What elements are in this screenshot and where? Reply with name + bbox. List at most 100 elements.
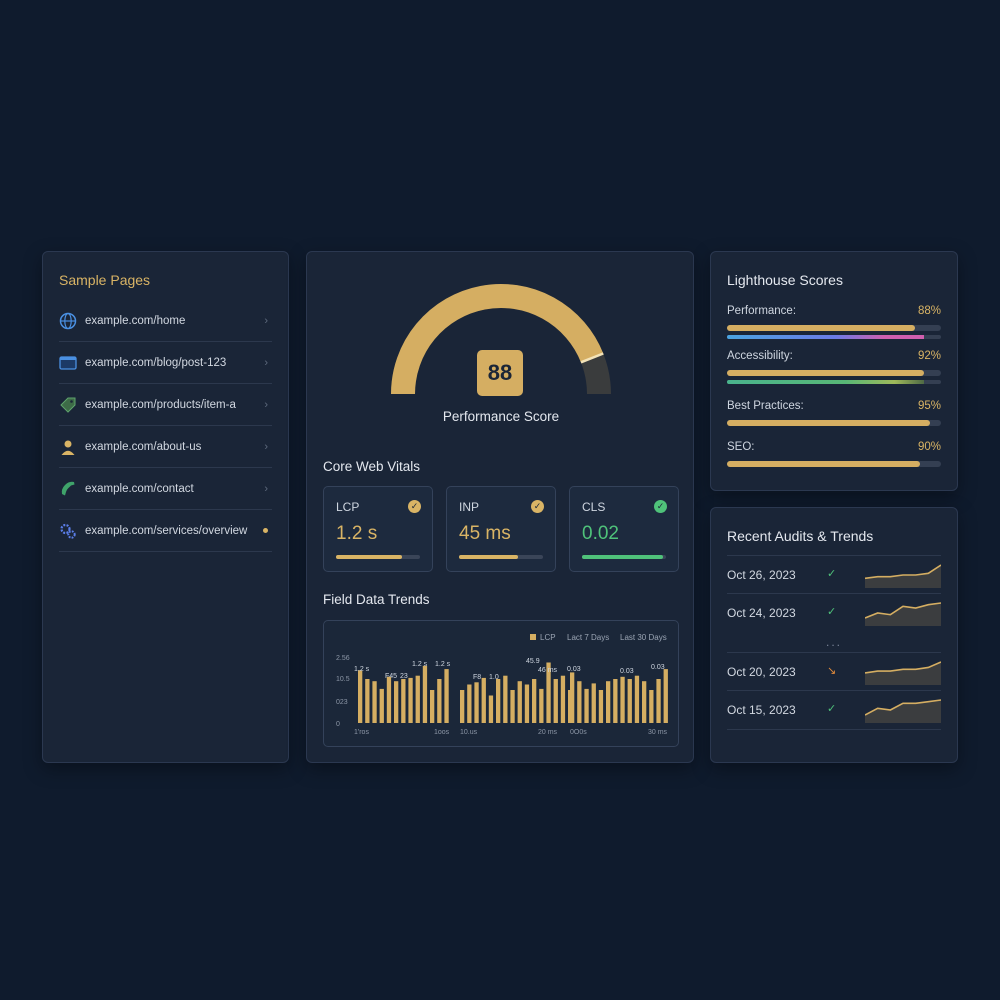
lighthouse-row-seo: SEO: 90% [727, 441, 941, 467]
data-label: 1.0 [489, 674, 499, 681]
bar [539, 688, 544, 723]
vital-name: LCP [336, 500, 360, 514]
bar [553, 679, 558, 723]
legend-swatch [530, 634, 536, 640]
page-item-label: example.com/contact [85, 482, 194, 495]
bar [358, 670, 363, 723]
x-tick-label: 10.us [460, 729, 478, 736]
vital-card-cls[interactable]: CLS ✓ 0.02 [569, 486, 679, 572]
bar [577, 681, 582, 723]
score-bar-fill [727, 461, 920, 467]
bar [496, 679, 501, 723]
page-item-label: example.com/home [85, 314, 186, 327]
vital-card-lcp[interactable]: LCP ✓ 1.2 s [323, 486, 433, 572]
chevron-right-icon: › [264, 440, 268, 453]
lighthouse-panel: Lighthouse Scores Performance: 88% Acces… [710, 251, 958, 491]
vital-bar-fill [336, 555, 402, 559]
score-percent: 95% [917, 400, 941, 412]
vital-bar [582, 555, 666, 559]
page-item-label: example.com/blog/post-123 [85, 356, 227, 369]
trend-sparkline [865, 564, 941, 588]
y-tick-label: 2.56 [336, 655, 350, 662]
audit-row[interactable]: Oct 26, 2023 ✓ [727, 555, 941, 594]
sparkline-area [865, 662, 941, 685]
bar [379, 688, 384, 723]
audit-date: Oct 26, 2023 [727, 568, 796, 582]
page-item[interactable]: example.com/contact › [59, 468, 272, 510]
page-item-label: example.com/services/overview [85, 524, 248, 537]
check-circle-icon: ✓ [531, 500, 544, 513]
page-item[interactable]: example.com/services/overview [59, 510, 272, 552]
chevron-right-icon: › [264, 482, 268, 495]
bar [408, 677, 413, 723]
score-percent: 90% [917, 441, 941, 453]
vital-bar-fill [459, 555, 518, 559]
y-tick-label: 10.5 [336, 676, 350, 683]
data-label: 46 ms [538, 667, 558, 674]
page-item-label: example.com/about-us [85, 440, 202, 453]
y-tick-label: 023 [336, 699, 348, 706]
field-data-chart-svg: LCP Lact 7 Days Last 30 Days 2.56 10.5 023 0 1.… [336, 633, 668, 736]
bar [460, 690, 465, 723]
vital-bar [459, 555, 543, 559]
data-label: 1.2 s [435, 661, 451, 668]
bar [444, 669, 449, 723]
data-label: 0.03 [651, 664, 665, 671]
bar [481, 677, 486, 723]
vital-card-inp[interactable]: INP ✓ 45 ms [446, 486, 556, 572]
bar [524, 684, 530, 723]
score-sub-bar [727, 335, 941, 339]
page-item[interactable]: example.com/blog/post-123 › [59, 342, 272, 384]
data-label: 0.03 [567, 666, 581, 673]
sample-pages-title: Sample Pages [59, 272, 151, 288]
tag-icon [59, 396, 77, 414]
vital-value: 45 ms [459, 523, 511, 544]
page-item[interactable]: example.com/products/item-a › [59, 384, 272, 426]
lighthouse-title: Lighthouse Scores [727, 272, 843, 288]
audit-row[interactable]: Oct 24, 2023 ✓ [727, 593, 941, 632]
gears-icon [59, 522, 77, 540]
check-circle-icon: ✓ [654, 500, 667, 513]
chevron-right-icon: › [264, 314, 268, 327]
bar [430, 690, 435, 723]
bar [467, 684, 472, 723]
y-tick-label: 0 [336, 721, 340, 728]
bar [517, 681, 522, 723]
bar [642, 681, 647, 723]
x-tick-label: 20 ms [538, 729, 558, 736]
more-audits-ellipsis: ... [825, 635, 842, 649]
x-tick-label: 30 ms [648, 729, 668, 736]
performance-score-label: Performance Score [442, 409, 560, 424]
bar [634, 675, 640, 723]
audit-date: Oct 15, 2023 [727, 703, 796, 717]
score-percent: 88% [917, 305, 941, 317]
bar [656, 679, 661, 723]
browser-window-icon [59, 354, 77, 372]
chevron-right-icon: › [264, 398, 268, 411]
score-bar-fill [727, 420, 931, 426]
bar [372, 681, 377, 723]
page-item[interactable]: example.com/about-us › [59, 426, 272, 468]
vital-bar [336, 555, 420, 559]
bar [620, 676, 625, 723]
page-item[interactable]: example.com/home › [59, 300, 272, 342]
audit-row[interactable]: Oct 20, 2023 ↘ [727, 652, 941, 691]
active-dot-icon [263, 528, 268, 533]
score-bar [727, 461, 941, 467]
score-sub-bar-fill [727, 335, 924, 339]
data-label: 0.03 [620, 668, 634, 675]
score-sub-bar [727, 380, 941, 384]
data-label: F8 [473, 674, 481, 681]
page-item-label: example.com/products/item-a [85, 398, 236, 411]
score-name: Performance: [727, 305, 797, 317]
audit-row[interactable]: Oct 15, 2023 ✓ [727, 690, 941, 730]
bar [606, 681, 611, 723]
trend-sparkline [865, 661, 941, 685]
bar [591, 683, 596, 723]
performance-score-value: 88 [477, 350, 523, 396]
lighthouse-row-accessibility: Accessibility: 92% [727, 350, 941, 384]
legend-series: LCP [540, 633, 556, 642]
lighthouse-row-best-practices: Best Practices: 95% [727, 400, 941, 426]
audit-date: Oct 20, 2023 [727, 665, 796, 679]
data-label: 1.2 s [354, 666, 370, 673]
